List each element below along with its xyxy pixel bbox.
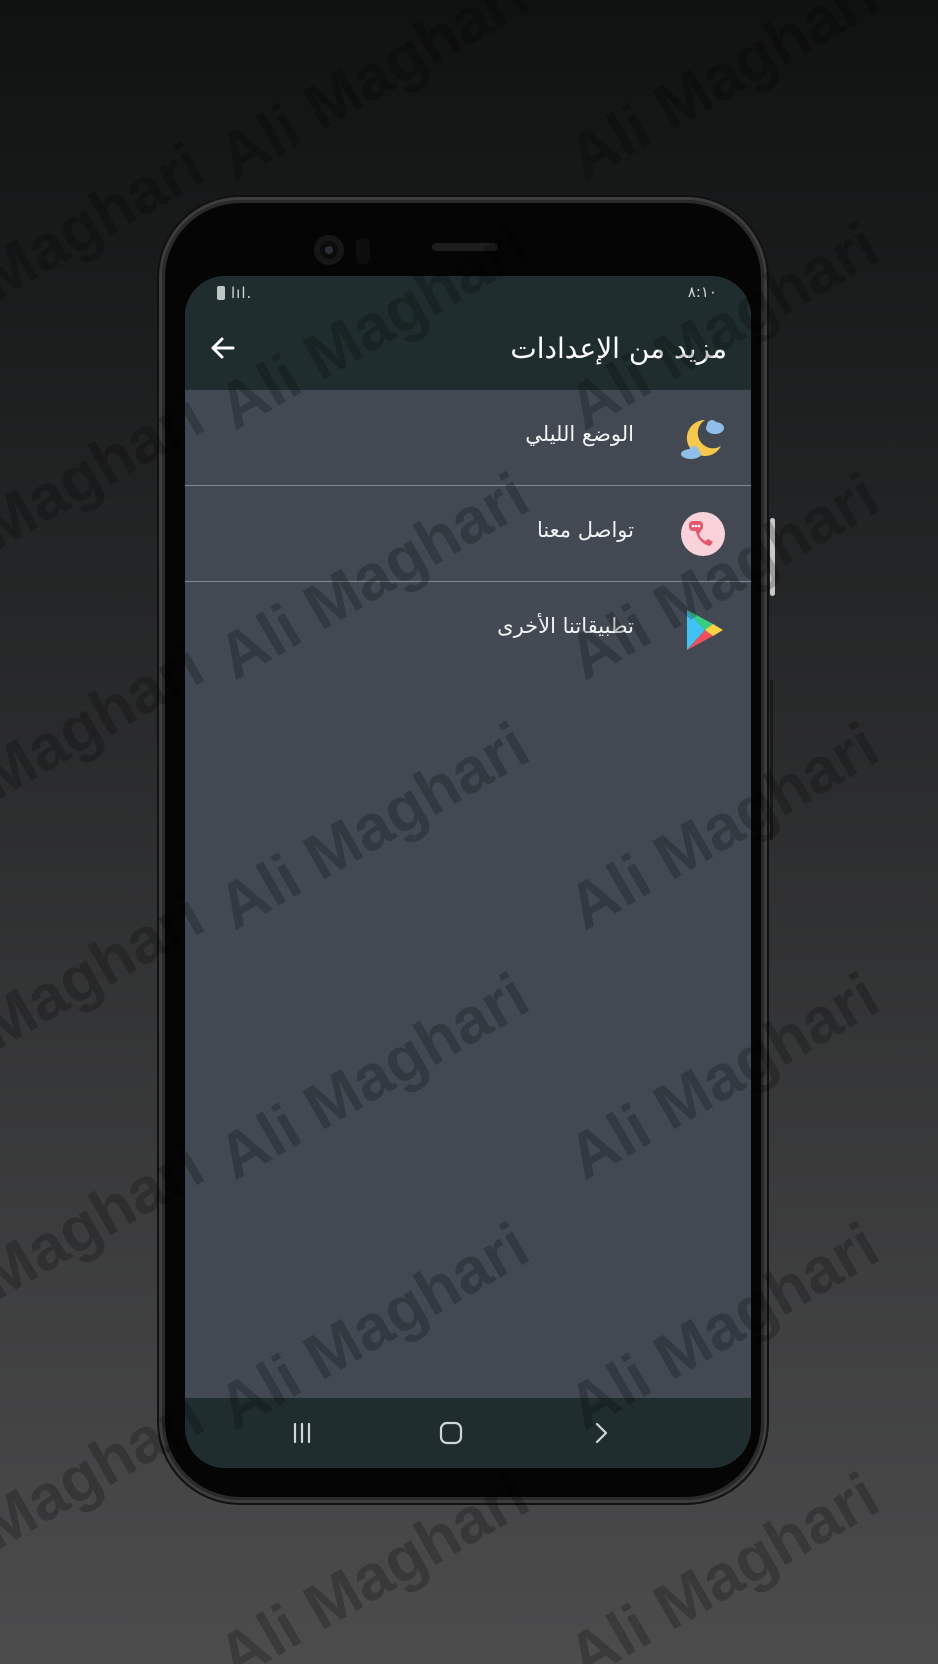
signal-icon: lıl. xyxy=(231,284,253,302)
status-indicators: lıl. xyxy=(217,284,252,302)
home-icon xyxy=(439,1421,463,1445)
settings-list: الوضع الليلي تواصل معنا تطبيقاتنا الأخرى xyxy=(185,390,751,677)
earpiece-speaker xyxy=(432,243,498,251)
settings-item-contact-us[interactable]: تواصل معنا xyxy=(185,486,751,582)
chevron-right-icon xyxy=(595,1422,608,1444)
moon-cloud-icon xyxy=(680,418,724,459)
back-nav-button[interactable] xyxy=(581,1416,621,1450)
settings-item-label: تواصل معنا xyxy=(536,518,634,542)
battery-icon xyxy=(217,286,225,300)
arrow-left-icon xyxy=(211,337,235,359)
settings-item-label: تطبيقاتنا الأخرى xyxy=(497,614,634,638)
settings-item-other-apps[interactable]: تطبيقاتنا الأخرى xyxy=(185,582,751,677)
status-bar: lıl. ٨:١٠ xyxy=(185,276,751,310)
back-button[interactable] xyxy=(201,326,245,370)
side-button-volume xyxy=(770,680,773,840)
phone-screen: lıl. ٨:١٠ مزيد من الإعدادات الوضع الليلي… xyxy=(185,276,751,1468)
play-store-icon xyxy=(687,610,723,650)
settings-item-label: الوضع الليلي xyxy=(525,422,634,446)
side-button-power xyxy=(770,518,775,596)
watermark-text: Ali Maghari xyxy=(205,0,541,194)
watermark-text: Ali Maghari xyxy=(555,0,891,194)
system-nav-bar xyxy=(185,1398,751,1468)
proximity-sensor xyxy=(356,238,370,264)
app-bar: مزيد من الإعدادات xyxy=(185,310,751,390)
page-title: مزيد من الإعدادات xyxy=(510,332,727,365)
phone-chat-icon xyxy=(681,512,725,556)
front-camera xyxy=(314,235,344,265)
status-time: ٨:١٠ xyxy=(687,283,717,301)
recents-icon xyxy=(293,1422,311,1444)
recents-button[interactable] xyxy=(282,1416,322,1450)
settings-item-night-mode[interactable]: الوضع الليلي xyxy=(185,390,751,486)
home-button[interactable] xyxy=(431,1416,471,1450)
